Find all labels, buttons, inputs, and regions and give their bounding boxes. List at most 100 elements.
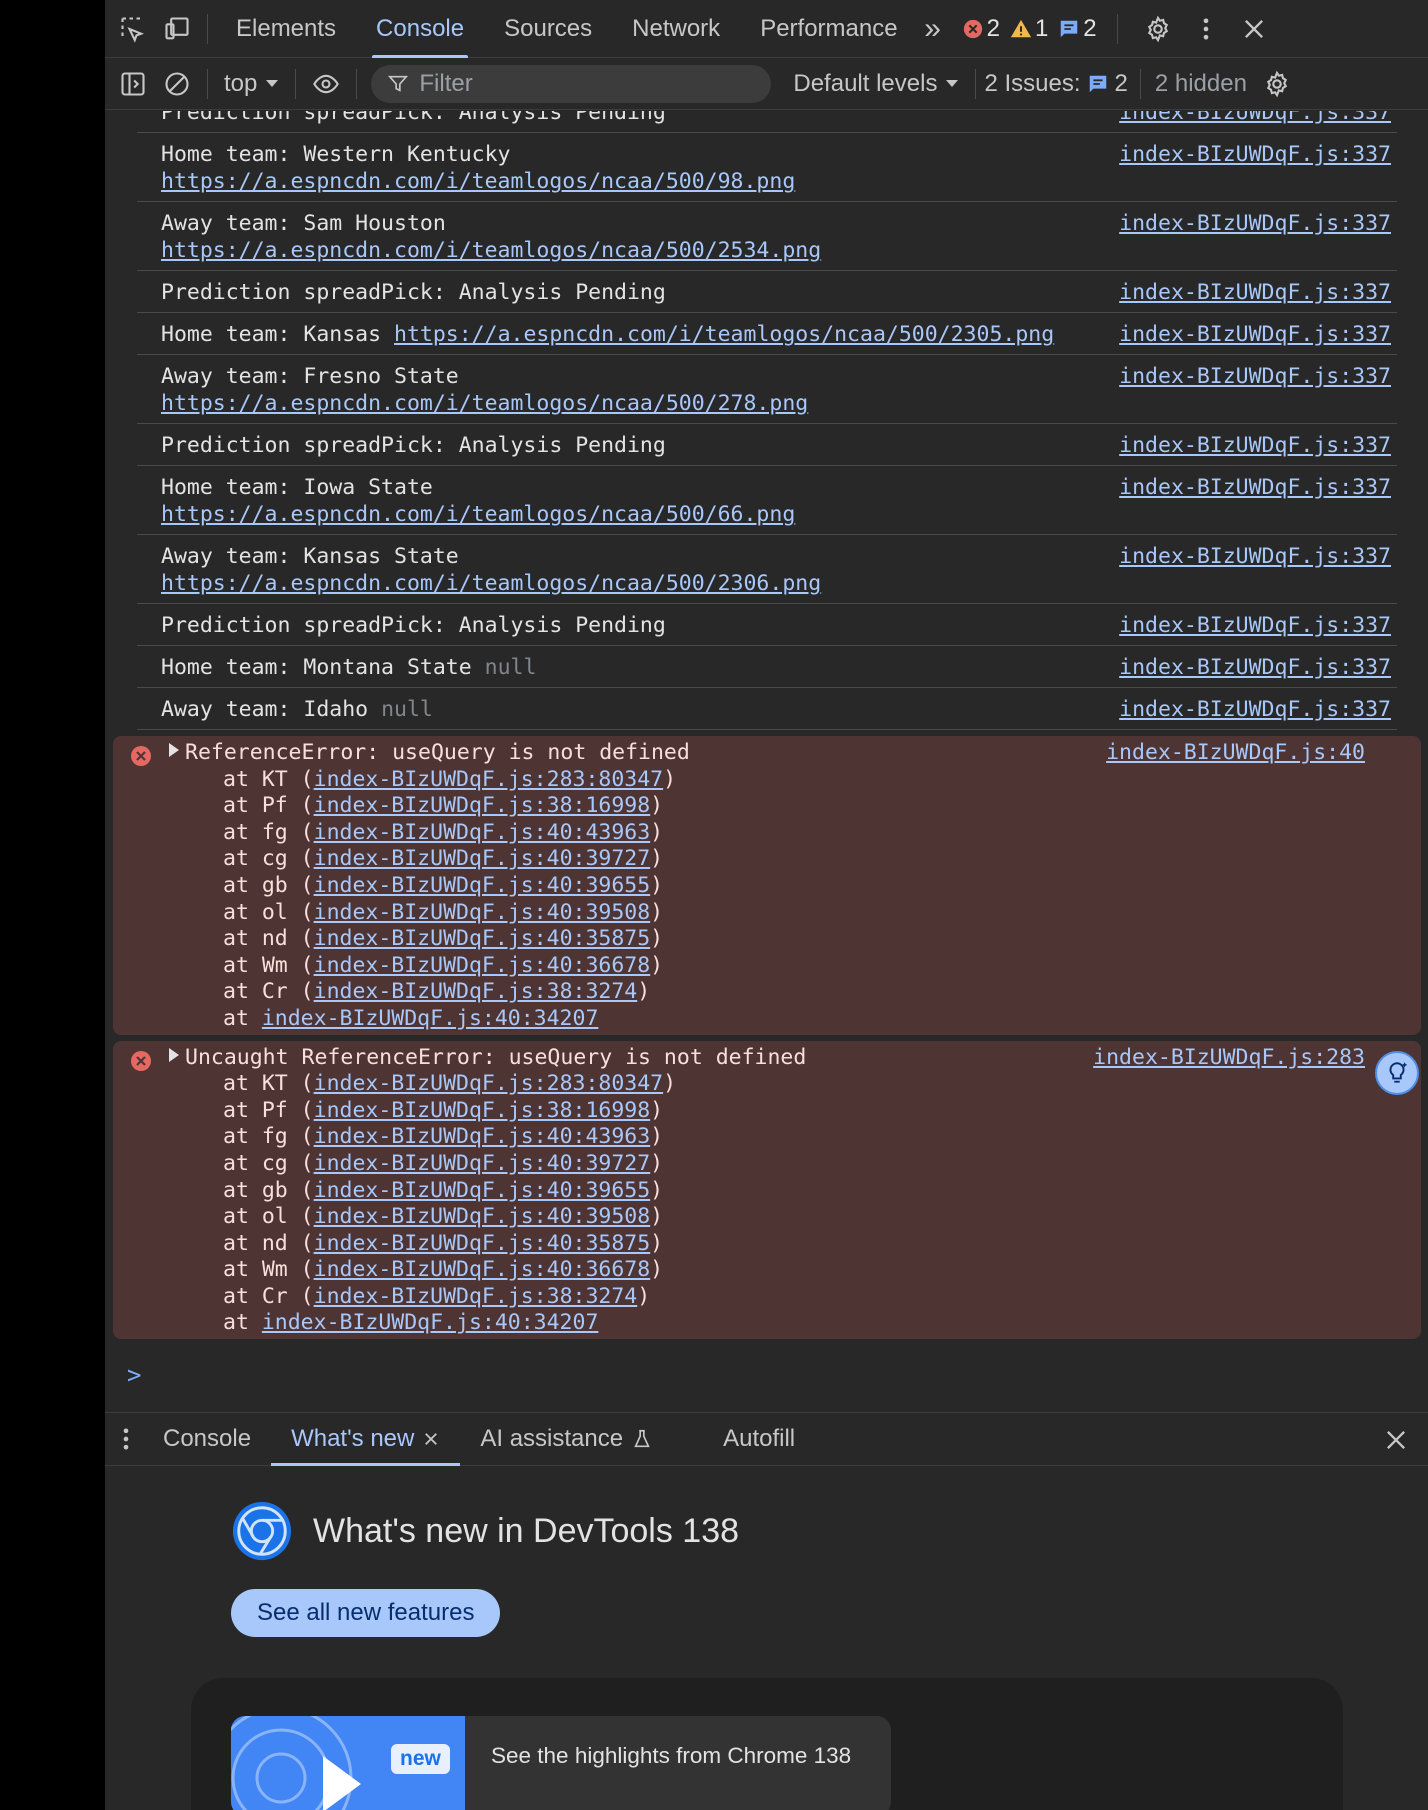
stack-frame-link[interactable]: index-BIzUWDqF.js:283:80347 xyxy=(314,767,664,792)
message-counts[interactable]: 2 1 2 xyxy=(962,15,1107,43)
drawer-tab-ai-assistance[interactable]: AI assistance xyxy=(460,1412,673,1466)
close-devtools-icon[interactable] xyxy=(1232,7,1276,51)
source-location-link[interactable]: index-BIzUWDqF.js:337 xyxy=(1119,654,1391,681)
hidden-messages-count: 2 hidden xyxy=(1154,69,1247,97)
stack-frame-link[interactable]: index-BIzUWDqF.js:40:43963 xyxy=(314,1124,651,1149)
console-prompt[interactable]: > xyxy=(127,1361,1428,1389)
devtools-window: Elements Console Sources Network Perform… xyxy=(105,0,1428,1810)
drawer-tab-whats-new[interactable]: What's new xyxy=(271,1412,461,1466)
source-location-link[interactable]: index-BIzUWDqF.js:337 xyxy=(1119,321,1391,348)
stack-frame-link[interactable]: index-BIzUWDqF.js:283:80347 xyxy=(314,1071,664,1096)
stack-frame-link[interactable]: index-BIzUWDqF.js:40:39508 xyxy=(314,900,651,925)
chrome-logo-icon xyxy=(232,1501,292,1561)
log-levels-value: Default levels xyxy=(793,69,938,97)
log-url-link[interactable]: https://a.espncdn.com/i/teamlogos/ncaa/5… xyxy=(161,238,821,263)
expand-triangle-icon[interactable] xyxy=(169,743,179,757)
settings-gear-icon[interactable] xyxy=(1136,7,1180,51)
stack-frame-link[interactable]: index-BIzUWDqF.js:40:43963 xyxy=(314,820,651,845)
source-location-link[interactable]: index-BIzUWDqF.js:337 xyxy=(1119,141,1391,168)
error-count: 2 xyxy=(962,15,1000,43)
console-settings-gear-icon[interactable] xyxy=(1255,62,1299,106)
drawer-tab-console[interactable]: Console xyxy=(143,1412,271,1466)
stack-frame-link[interactable]: index-BIzUWDqF.js:38:3274 xyxy=(314,1284,638,1309)
stack-frame: at index-BIzUWDqF.js:40:34207 xyxy=(113,1006,1421,1033)
log-url-link[interactable]: https://a.espncdn.com/i/teamlogos/ncaa/5… xyxy=(394,322,1054,347)
more-tabs-icon[interactable]: » xyxy=(918,7,948,51)
live-expression-eye-icon[interactable] xyxy=(304,62,348,106)
stack-frame-link[interactable]: index-BIzUWDqF.js:40:34207 xyxy=(262,1310,599,1335)
stack-frame-link[interactable]: index-BIzUWDqF.js:40:35875 xyxy=(314,926,651,951)
stack-frame-link[interactable]: index-BIzUWDqF.js:40:34207 xyxy=(262,1006,599,1031)
stack-frame-function: Cr xyxy=(261,979,288,1005)
source-location-link[interactable]: index-BIzUWDqF.js:337 xyxy=(1119,363,1391,390)
toolbar-divider xyxy=(207,68,208,99)
ai-assistance-lightbulb-icon[interactable] xyxy=(1375,1050,1419,1095)
sidebar-toggle-icon[interactable] xyxy=(111,62,155,106)
stack-frame: at Wm (index-BIzUWDqF.js:40:36678) xyxy=(223,1257,664,1283)
tab-network[interactable]: Network xyxy=(612,0,740,58)
message-icon xyxy=(1061,20,1078,37)
drawer-tab-autofill[interactable]: Autofill xyxy=(703,1412,815,1466)
error-source-link[interactable]: index-BIzUWDqF.js:40 xyxy=(1106,740,1365,767)
stack-frame-link[interactable]: index-BIzUWDqF.js:38:16998 xyxy=(314,1098,651,1123)
source-location-link[interactable]: index-BIzUWDqF.js:337 xyxy=(1119,474,1391,501)
source-location-link[interactable]: index-BIzUWDqF.js:337 xyxy=(1119,111,1391,126)
context-selector[interactable]: top xyxy=(216,70,287,98)
drawer-menu-icon[interactable] xyxy=(109,1417,143,1461)
stack-frame-link[interactable]: index-BIzUWDqF.js:40:39727 xyxy=(314,1151,651,1176)
log-url-link[interactable]: https://a.espncdn.com/i/teamlogos/ncaa/5… xyxy=(161,571,821,596)
stack-frame-link[interactable]: index-BIzUWDqF.js:38:3274 xyxy=(314,979,638,1004)
stack-frame-link[interactable]: index-BIzUWDqF.js:40:39655 xyxy=(314,1178,651,1203)
console-message-list: Prediction spreadPick: Analysis Pending i… xyxy=(105,111,1428,730)
stack-frame-link[interactable]: index-BIzUWDqF.js:40:36678 xyxy=(314,953,651,978)
stack-frame-prefix: at xyxy=(223,1071,249,1097)
log-url-link[interactable]: https://a.espncdn.com/i/teamlogos/ncaa/5… xyxy=(161,502,795,527)
chrome-highlight-link[interactable]: new See the highlights from Chrome 138 xyxy=(231,1716,891,1810)
source-location-link[interactable]: index-BIzUWDqF.js:337 xyxy=(1119,612,1391,639)
tab-performance[interactable]: Performance xyxy=(740,0,917,58)
source-location-link[interactable]: index-BIzUWDqF.js:337 xyxy=(1119,279,1391,306)
log-text: Prediction spreadPick: Analysis Pending xyxy=(161,432,1081,459)
issue-message-icon xyxy=(1089,75,1106,92)
stack-frame-prefix: at xyxy=(223,846,249,872)
device-toolbar-icon[interactable] xyxy=(155,7,199,51)
error-source-link[interactable]: index-BIzUWDqF.js:283 xyxy=(1093,1045,1365,1072)
source-location-link[interactable]: index-BIzUWDqF.js:337 xyxy=(1119,432,1391,459)
stack-frame-link[interactable]: index-BIzUWDqF.js:40:35875 xyxy=(314,1231,651,1256)
stack-frame-function: Wm xyxy=(261,952,288,978)
stack-frame-link[interactable]: index-BIzUWDqF.js:40:39655 xyxy=(314,873,651,898)
stack-frame-prefix: at xyxy=(223,1124,249,1150)
stack-frame-link[interactable]: index-BIzUWDqF.js:38:16998 xyxy=(314,793,651,818)
warning-count-value: 1 xyxy=(1034,14,1049,42)
log-levels-dropdown[interactable]: Default levels xyxy=(793,70,959,98)
tab-console[interactable]: Console xyxy=(356,0,484,58)
issues-button[interactable]: 2 Issues: 2 xyxy=(984,70,1127,98)
more-options-icon[interactable] xyxy=(1184,7,1228,51)
source-location-link[interactable]: index-BIzUWDqF.js:337 xyxy=(1119,543,1391,570)
see-all-features-button[interactable]: See all new features xyxy=(231,1589,501,1637)
stack-frame-function: Cr xyxy=(261,1283,288,1309)
expand-triangle-icon[interactable] xyxy=(169,1047,179,1062)
tab-elements[interactable]: Elements xyxy=(216,0,356,58)
tab-sources[interactable]: Sources xyxy=(484,0,612,58)
stack-frame-link[interactable]: index-BIzUWDqF.js:40:39727 xyxy=(314,846,651,871)
stack-frame-prefix: at xyxy=(223,1283,249,1309)
stack-frame-link[interactable]: index-BIzUWDqF.js:40:39508 xyxy=(314,1204,651,1229)
console-output: Prediction spreadPick: Analysis Pending i… xyxy=(105,111,1428,1411)
log-url-link[interactable]: https://a.espncdn.com/i/teamlogos/ncaa/5… xyxy=(161,169,795,194)
stack-frame-link[interactable]: index-BIzUWDqF.js:40:36678 xyxy=(314,1257,651,1282)
console-log-message: Away team: Fresno State https://a.espncdn… xyxy=(137,355,1397,424)
log-message-text: Away team: Sam Houston xyxy=(161,211,446,236)
chevron-down-icon xyxy=(946,79,959,87)
source-location-link[interactable]: index-BIzUWDqF.js:337 xyxy=(1119,210,1391,237)
inspect-element-icon[interactable] xyxy=(111,7,155,51)
console-log-message: Prediction spreadPick: Analysis Pending i… xyxy=(137,424,1397,466)
stack-frame-function: cg xyxy=(261,1150,288,1176)
clear-console-icon[interactable] xyxy=(155,62,199,106)
close-drawer-icon[interactable] xyxy=(1382,1426,1410,1459)
filter-input[interactable]: Filter xyxy=(371,64,772,103)
log-url-link[interactable]: https://a.espncdn.com/i/teamlogos/ncaa/5… xyxy=(161,391,808,416)
close-tab-icon[interactable] xyxy=(422,1430,440,1448)
source-location-link[interactable]: index-BIzUWDqF.js:337 xyxy=(1119,696,1391,723)
stack-frame-function: KT xyxy=(261,766,288,792)
